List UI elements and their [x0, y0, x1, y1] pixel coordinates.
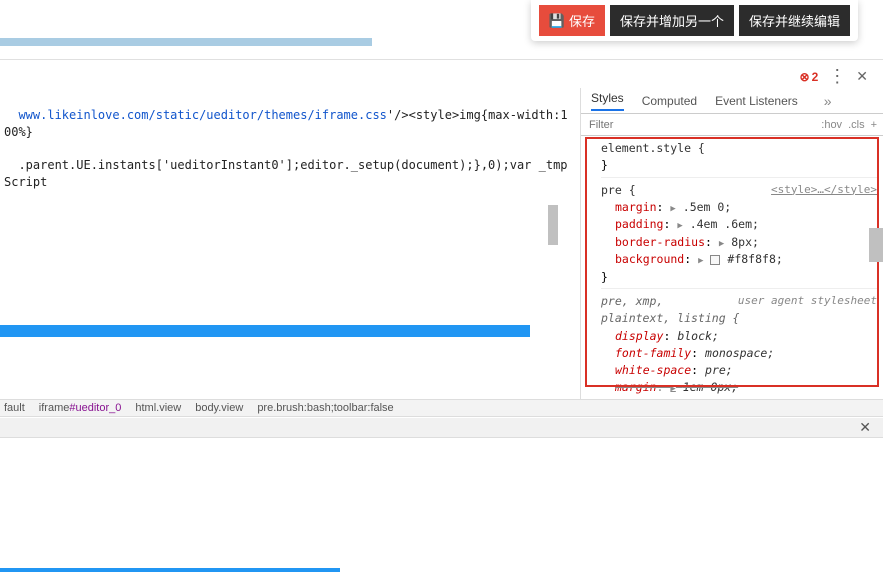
- filter-row: :hov .cls +: [581, 114, 883, 136]
- save-button[interactable]: 💾 保存: [539, 5, 605, 36]
- rule-element-style[interactable]: element.style { }: [601, 140, 877, 178]
- rule-pre[interactable]: <style>…</style> pre { margin: ▶ .5em 0;…: [601, 182, 877, 290]
- tab-styles[interactable]: Styles: [591, 91, 624, 111]
- source-url: www.likeinlove.com/static/ueditor/themes…: [18, 108, 386, 122]
- new-style-plus-icon[interactable]: +: [871, 119, 877, 131]
- tab-event-listeners[interactable]: Event Listeners: [715, 94, 798, 108]
- save-add-another-button[interactable]: 保存并增加另一个: [610, 5, 734, 36]
- bottom-highlight: [0, 568, 340, 572]
- color-swatch[interactable]: [710, 255, 720, 265]
- error-count[interactable]: ⊗ 2: [800, 70, 819, 84]
- tabs-more-icon[interactable]: »: [824, 93, 832, 109]
- error-status-row: ⊗ 2 ⋮ ✕: [800, 66, 868, 87]
- rule-source-link[interactable]: <style>…</style>: [771, 182, 877, 199]
- crumb-fault[interactable]: fault: [4, 402, 25, 414]
- crumb-iframe[interactable]: iframe#ueditor_0: [39, 402, 122, 414]
- crumb-pre[interactable]: pre.brush:bash;toolbar:false: [257, 402, 393, 414]
- top-highlight-bar: [0, 38, 372, 46]
- cls-toggle[interactable]: .cls: [848, 119, 865, 131]
- console-close-icon[interactable]: ✕: [859, 419, 871, 436]
- tab-computed[interactable]: Computed: [642, 94, 697, 108]
- crumb-html[interactable]: html.view: [135, 402, 181, 414]
- scrollbar-gutter[interactable]: [548, 205, 558, 245]
- more-icon[interactable]: ⋮: [828, 66, 846, 87]
- save-icon: 💾: [549, 13, 565, 29]
- crumb-body[interactable]: body.view: [195, 402, 243, 414]
- dom-breadcrumb: fault iframe#ueditor_0 html.view body.vi…: [0, 399, 883, 417]
- styles-content: element.style { } <style>…</style> pre {…: [581, 136, 883, 412]
- console-bar: ✕: [0, 418, 883, 438]
- selection-highlight: [0, 325, 530, 337]
- hov-toggle[interactable]: :hov: [821, 119, 842, 131]
- scrollbar-thumb[interactable]: [869, 228, 883, 262]
- filter-input[interactable]: [581, 116, 821, 134]
- rule-user-agent[interactable]: user agent stylesheet pre, xmp, plaintex…: [601, 293, 877, 412]
- close-icon[interactable]: ✕: [856, 68, 868, 85]
- source-code-view: www.likeinlove.com/static/ueditor/themes…: [0, 88, 575, 400]
- error-icon: ⊗: [800, 70, 810, 84]
- devtools-tabs: Styles Computed Event Listeners »: [581, 88, 883, 114]
- save-continue-button[interactable]: 保存并继续编辑: [739, 5, 850, 36]
- save-button-bar: 💾 保存 保存并增加另一个 保存并继续编辑: [531, 0, 858, 41]
- styles-panel: Styles Computed Event Listeners » :hov .…: [580, 88, 883, 412]
